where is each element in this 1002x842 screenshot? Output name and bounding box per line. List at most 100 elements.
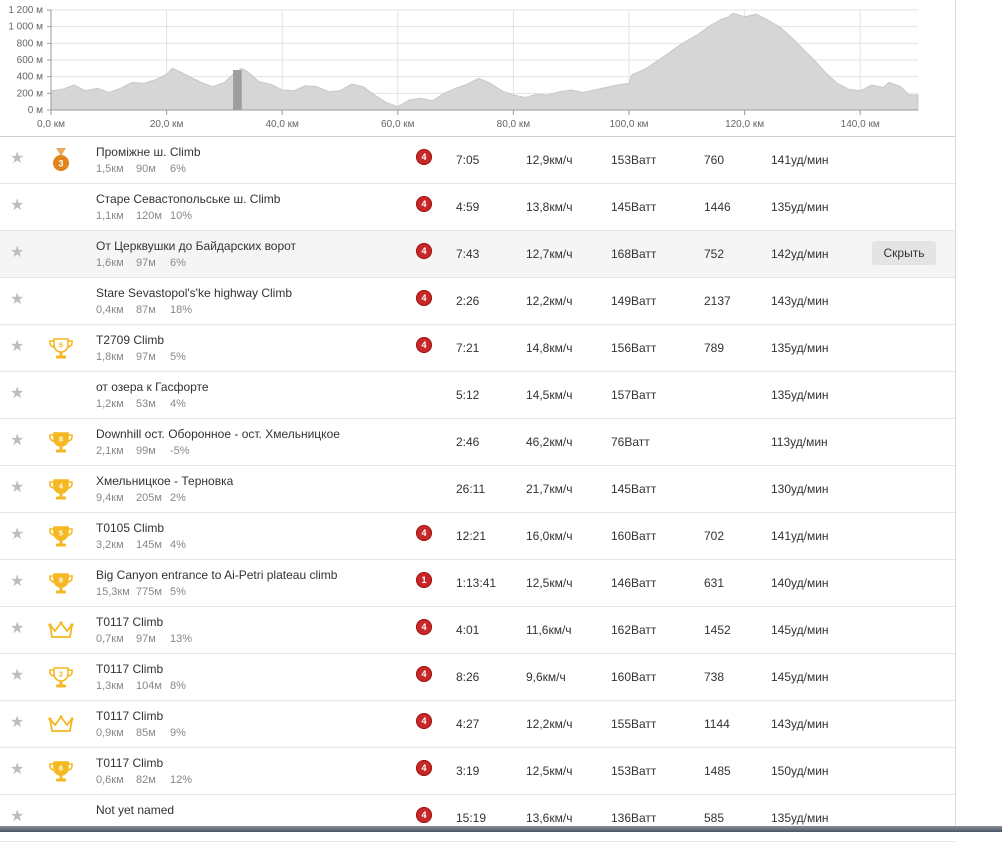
trophy-icon: 2 bbox=[48, 664, 74, 690]
segment-name[interactable]: Хмельницкое - Терновка bbox=[96, 474, 233, 488]
segment-row[interactable]: ★ 3 Проміжне ш. Climb 1,5км 90м 6% 4 7:05 12,9км… bbox=[0, 137, 955, 184]
segment-name[interactable]: Проміжне ш. Climb bbox=[96, 145, 201, 159]
segment-time: 26:11 bbox=[456, 482, 486, 496]
y-tick-label: 800 м bbox=[17, 38, 43, 49]
segment-heart-rate: 135уд/мин bbox=[771, 388, 829, 402]
star-icon[interactable]: ★ bbox=[10, 715, 24, 731]
star-icon[interactable]: ★ bbox=[10, 198, 24, 214]
category-badge: 1 bbox=[416, 572, 432, 588]
segment-power: 149Ватт bbox=[611, 294, 657, 308]
segment-name[interactable]: от озера к Гасфорте bbox=[96, 380, 209, 394]
star-icon[interactable]: ★ bbox=[10, 386, 24, 402]
segment-row[interactable]: ★ T0117 Climb 0,7км 97м 13% 4 4:01 11,6км/ч 162В… bbox=[0, 607, 955, 654]
segment-elevation: 97м bbox=[136, 351, 156, 363]
star-icon[interactable]: ★ bbox=[10, 151, 24, 167]
segment-row[interactable]: ★ Старе Севастопольське ш. Climb 1,1км 120м… bbox=[0, 184, 955, 231]
segment-speed: 14,8км/ч bbox=[526, 341, 573, 355]
segment-name[interactable]: Not yet named bbox=[96, 803, 174, 817]
star-icon[interactable]: ★ bbox=[10, 480, 24, 496]
trophy-icon: 8 bbox=[48, 570, 74, 596]
segment-stats: 1,2км 53м 4% bbox=[96, 398, 186, 410]
segment-speed: 21,7км/ч bbox=[526, 482, 573, 496]
segment-row[interactable]: ★ 8 Downhill ост. Оборонное - ост. Хмельни… bbox=[0, 419, 955, 466]
segment-row[interactable]: ★ 4 Хмельницкое - Терновка 9,4км 205м 2% 26:11… bbox=[0, 466, 955, 513]
segment-power: 156Ватт bbox=[611, 341, 657, 355]
segment-name[interactable]: Big Canyon entrance to Ai-Petri plateau … bbox=[96, 568, 337, 582]
segment-row[interactable]: ★ 6 T0117 Climb 0,6км 82м 12% 4 3:19 12,5км/ч 153… bbox=[0, 748, 955, 795]
star-icon[interactable]: ★ bbox=[10, 339, 24, 355]
trophy-icon: 8 bbox=[48, 429, 74, 455]
segment-power: 153Ватт bbox=[611, 764, 657, 778]
segment-time: 15:19 bbox=[456, 811, 487, 825]
segment-name[interactable]: T0117 Climb bbox=[96, 662, 163, 676]
segment-stats: 3,2км 145м 4% bbox=[96, 539, 186, 551]
segment-heart-rate: 143уд/мин bbox=[771, 294, 829, 308]
crown-icon bbox=[48, 617, 74, 643]
segment-elevation: 82м bbox=[136, 774, 156, 786]
segment-vam: 760 bbox=[704, 153, 725, 167]
segment-name[interactable]: T0117 Climb bbox=[96, 709, 163, 723]
segment-name[interactable]: От Церквушки до Байдарских ворот bbox=[96, 239, 296, 253]
segment-heart-rate: 142уд/мин bbox=[771, 247, 829, 261]
segment-row[interactable]: ★ 8 Big Canyon entrance to Ai-Petri platea… bbox=[0, 560, 955, 607]
segment-row[interactable]: ★ От Церквушки до Байдарских ворот 1,6км 97… bbox=[0, 231, 955, 278]
segment-stats: 0,4км 87м 18% bbox=[96, 304, 192, 316]
segment-name[interactable]: Stare Sevastopol's'ke highway Climb bbox=[96, 286, 292, 300]
segment-name[interactable]: Downhill ост. Оборонное - ост. Хмельницк… bbox=[96, 427, 340, 441]
star-icon[interactable]: ★ bbox=[10, 809, 24, 825]
segment-name[interactable]: Старе Севастопольське ш. Climb bbox=[96, 192, 280, 206]
segment-speed: 46,2км/ч bbox=[526, 435, 573, 449]
segment-row[interactable]: ★ 2 T0117 Climb 1,3км 104м 8% 4 8:26 9,6км/ч 160В… bbox=[0, 654, 955, 701]
segment-time: 7:05 bbox=[456, 153, 480, 167]
star-icon[interactable]: ★ bbox=[10, 668, 24, 684]
segment-time: 12:21 bbox=[456, 529, 487, 543]
hide-button[interactable]: Скрыть bbox=[872, 241, 936, 265]
elevation-chart[interactable]: 0 м 200 м 400 м 600 м 800 м 1 000 м 1 200 м 0,0… bbox=[0, 0, 956, 136]
segment-vam: 752 bbox=[704, 247, 725, 261]
segment-name[interactable]: T0105 Climb bbox=[96, 521, 164, 535]
segment-time: 7:43 bbox=[456, 247, 480, 261]
segment-row[interactable]: ★ 5 T0105 Climb 3,2км 145м 4% 4 12:21 16,0км/ч 16… bbox=[0, 513, 955, 560]
segment-time: 4:59 bbox=[456, 200, 480, 214]
category-badge: 4 bbox=[416, 196, 432, 212]
segment-vam: 1452 bbox=[704, 623, 731, 637]
star-icon[interactable]: ★ bbox=[10, 574, 24, 590]
segment-grade: 9% bbox=[170, 727, 186, 739]
segment-grade: 6% bbox=[170, 257, 186, 269]
star-icon[interactable]: ★ bbox=[10, 433, 24, 449]
os-taskbar bbox=[0, 826, 1002, 832]
star-icon[interactable]: ★ bbox=[10, 292, 24, 308]
segment-distance: 9,4км bbox=[96, 492, 124, 504]
segment-name[interactable]: T2709 Climb bbox=[96, 333, 164, 347]
segment-grade: 5% bbox=[170, 351, 186, 363]
x-tick-label: 140,0 км bbox=[841, 119, 880, 130]
star-icon[interactable]: ★ bbox=[10, 621, 24, 637]
segment-speed: 12,2км/ч bbox=[526, 294, 573, 308]
segment-name[interactable]: T0117 Climb bbox=[96, 756, 163, 770]
segment-power: 136Ватт bbox=[611, 811, 657, 825]
crown-icon bbox=[48, 711, 74, 737]
segment-row[interactable]: ★ Stare Sevastopol's'ke highway Climb 0,4к… bbox=[0, 278, 955, 325]
segment-row[interactable]: ★ T0117 Climb 0,9км 85м 9% 4 4:27 12,2км/ч 155Ва… bbox=[0, 701, 955, 748]
segment-power: 162Ватт bbox=[611, 623, 657, 637]
segment-name[interactable]: T0117 Climb bbox=[96, 615, 163, 629]
segment-speed: 12,7км/ч bbox=[526, 247, 573, 261]
segment-power: 155Ватт bbox=[611, 717, 657, 731]
segment-vam: 1446 bbox=[704, 200, 731, 214]
segment-grade: 12% bbox=[170, 774, 193, 786]
star-icon[interactable]: ★ bbox=[10, 245, 24, 261]
segment-time: 8:26 bbox=[456, 670, 480, 684]
segment-distance: 1,2км bbox=[96, 398, 124, 410]
x-tick-label: 0,0 км bbox=[37, 119, 65, 130]
segment-row[interactable]: ★ от озера к Гасфорте 1,2км 53м 4% 5:12 14,5км… bbox=[0, 372, 955, 419]
segment-power: 145Ватт bbox=[611, 482, 657, 496]
segment-row[interactable]: ★ Not yet named 4 15:19 13,6км/ч 136Ватт 585 13… bbox=[0, 795, 955, 842]
segment-row[interactable]: ★ 5 T2709 Climb 1,8км 97м 5% 4 7:21 14,8км/ч 156В… bbox=[0, 325, 955, 372]
segment-elevation: 87м bbox=[136, 304, 156, 316]
star-icon[interactable]: ★ bbox=[10, 762, 24, 778]
segment-elevation: 90м bbox=[136, 163, 156, 175]
segment-distance: 1,5км bbox=[96, 163, 124, 175]
star-icon[interactable]: ★ bbox=[10, 527, 24, 543]
x-tick-label: 40,0 км bbox=[265, 119, 299, 130]
trophy-icon: 6 bbox=[48, 758, 74, 784]
